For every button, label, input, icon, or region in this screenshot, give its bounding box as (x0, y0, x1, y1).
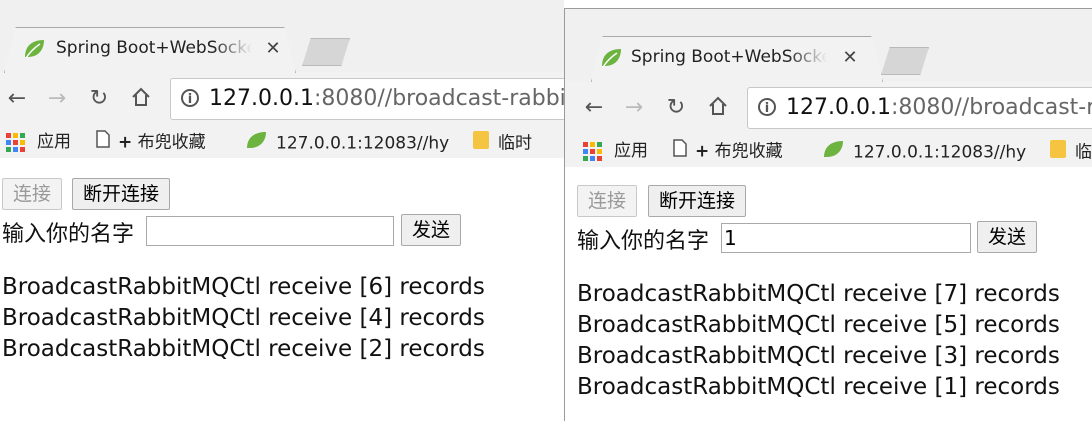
bookmarks-bar: 应用 + 布兜收藏 127.0.0.1:12083//hy 临时 (0, 126, 564, 158)
name-input[interactable] (721, 223, 971, 253)
spring-leaf-icon (244, 130, 268, 157)
name-label: 输入你的名字 (577, 229, 710, 254)
address-bar[interactable]: i 127.0.0.1:8080//broadcast-rabb (747, 87, 1092, 129)
connect-button[interactable]: 连接 (2, 178, 63, 210)
message-item: BroadcastRabbitMQCtl receive [4] records (2, 305, 485, 331)
back-icon[interactable]: ← (581, 95, 607, 121)
tab-strip: Spring Boot+WebSocket ✕ (565, 9, 1092, 82)
bookmark-apps[interactable]: 应用 (6, 130, 71, 154)
browser-window-right: Spring Boot+WebSocket ✕ ← → ↻ i 127.0.0.… (564, 8, 1092, 421)
close-tab-icon[interactable]: ✕ (264, 38, 282, 59)
message-list: BroadcastRabbitMQCtl receive [6] records… (2, 272, 485, 365)
tab-title: Spring Boot+WebSocket (631, 47, 827, 67)
message-item: BroadcastRabbitMQCtl receive [5] records (577, 312, 1060, 338)
url-text: 127.0.0.1:8080//broadcast-rabbitmq (209, 86, 564, 111)
send-button[interactable]: 发送 (401, 214, 462, 246)
folder-icon (1049, 139, 1067, 166)
page-icon (673, 139, 687, 164)
browser-chrome: Spring Boot+WebSocket ✕ ← → ↻ i 127.0.0.… (0, 0, 564, 159)
bookmark-spring[interactable]: 127.0.0.1:12083//hy (244, 130, 449, 157)
message-list: BroadcastRabbitMQCtl receive [7] records… (577, 279, 1060, 403)
message-item: BroadcastRabbitMQCtl receive [2] records (2, 336, 485, 362)
info-icon[interactable]: i (758, 98, 776, 116)
bookmark-add[interactable]: + 布兜收藏 (673, 139, 783, 164)
message-item: BroadcastRabbitMQCtl receive [3] records (577, 343, 1060, 369)
disconnect-button[interactable]: 断开连接 (72, 178, 171, 210)
disconnect-button[interactable]: 断开连接 (648, 185, 747, 217)
message-item: BroadcastRabbitMQCtl receive [1] records (577, 374, 1060, 400)
folder-icon (472, 130, 490, 157)
reload-icon[interactable]: ↻ (663, 95, 689, 121)
browser-chrome: Spring Boot+WebSocket ✕ ← → ↻ i 127.0.0.… (565, 9, 1092, 168)
bookmark-apps[interactable]: 应用 (583, 139, 648, 163)
connect-button[interactable]: 连接 (577, 185, 638, 217)
bookmarks-bar: 应用 + 布兜收藏 127.0.0.1:12083//hy 临 (565, 135, 1092, 167)
bookmark-spring[interactable]: 127.0.0.1:12083//hy (821, 139, 1026, 166)
toolbar: ← → ↻ i 127.0.0.1:8080//broadcast-rabbit… (0, 72, 564, 126)
spring-leaf-icon (22, 38, 46, 64)
new-tab-button[interactable] (881, 47, 929, 75)
info-icon[interactable]: i (181, 89, 199, 107)
bookmark-add[interactable]: + 布兜收藏 (96, 130, 206, 155)
message-item: BroadcastRabbitMQCtl receive [7] records (577, 281, 1060, 307)
bookmark-folder[interactable]: 临 (1049, 139, 1092, 166)
plus-icon: + (695, 141, 710, 162)
page-content: 连接 断开连接 输入你的名字 发送 BroadcastRabbitMQCtl r… (0, 158, 564, 420)
home-icon[interactable] (705, 95, 731, 124)
name-label: 输入你的名字 (2, 222, 135, 247)
page-content: 连接 断开连接 输入你的名字 发送 BroadcastRabbitMQCtl r… (565, 167, 1092, 421)
reload-icon[interactable]: ↻ (86, 86, 112, 112)
close-tab-icon[interactable]: ✕ (841, 47, 859, 68)
forward-icon[interactable]: → (44, 86, 70, 112)
apps-icon (583, 141, 602, 161)
spring-leaf-icon (599, 47, 623, 73)
forward-icon[interactable]: → (621, 95, 647, 121)
apps-icon (6, 132, 25, 152)
tab-title: Spring Boot+WebSocket (56, 38, 252, 58)
spring-leaf-icon (821, 139, 845, 166)
message-item: BroadcastRabbitMQCtl receive [6] records (2, 274, 485, 300)
name-input[interactable] (146, 216, 394, 246)
send-button[interactable]: 发送 (977, 221, 1038, 253)
tab-strip: Spring Boot+WebSocket ✕ (0, 0, 564, 73)
toolbar: ← → ↻ i 127.0.0.1:8080//broadcast-rabb (565, 81, 1092, 135)
page-icon (96, 130, 110, 155)
address-bar[interactable]: i 127.0.0.1:8080//broadcast-rabbitmq (170, 78, 564, 120)
url-text: 127.0.0.1:8080//broadcast-rabb (786, 95, 1092, 120)
home-icon[interactable] (128, 86, 154, 115)
bookmark-folder[interactable]: 临时 (472, 130, 532, 157)
back-icon[interactable]: ← (4, 86, 30, 112)
new-tab-button[interactable] (302, 38, 350, 66)
browser-window-left: Spring Boot+WebSocket ✕ ← → ↻ i 127.0.0.… (0, 0, 564, 420)
plus-icon: + (118, 132, 133, 153)
